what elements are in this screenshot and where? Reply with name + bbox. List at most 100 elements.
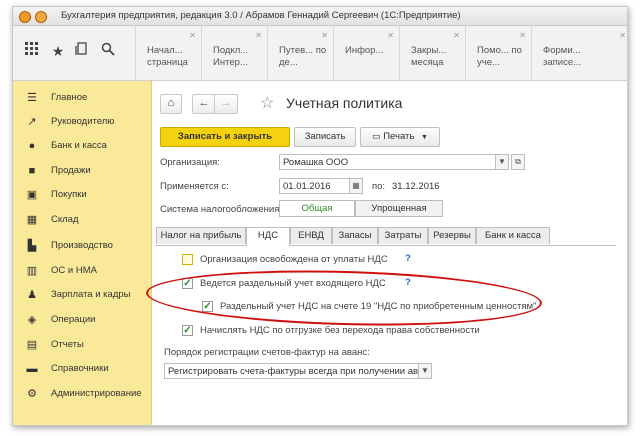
close-icon[interactable]: ✕ [255, 31, 262, 40]
tab-vat[interactable]: НДС [246, 227, 290, 246]
sidebar-item-label: Администрирование [51, 388, 142, 399]
warehouse-icon: ▦ [26, 214, 38, 226]
factory-icon: ▙ [27, 240, 37, 252]
sidebar-item-label: Главное [51, 92, 88, 103]
applies-to-value: 31.12.2016 [392, 181, 440, 192]
tab-bank-cash[interactable]: Банк и касса [476, 227, 550, 244]
open-tab[interactable]: Начал... страница ✕ [135, 26, 202, 80]
back-button[interactable]: ← [192, 94, 216, 114]
sidebar-item-reports[interactable]: ▤ Отчеты [13, 335, 151, 355]
close-icon[interactable]: ✕ [619, 31, 626, 40]
sidebar-item-label: Справочники [51, 363, 109, 374]
sidebar-item-label: Руководителю [51, 116, 115, 127]
tab-reserves[interactable]: Резервы [428, 227, 476, 244]
building-icon: ▥ [26, 265, 38, 277]
open-tab-label: Путев... по де... [279, 45, 327, 68]
open-tab-label: Инфор... [345, 45, 384, 56]
sidebar-item-sales[interactable]: ■ Продажи [13, 161, 151, 181]
vat-exempt-label: Организация освобождена от уплаты НДС [200, 254, 388, 265]
open-tab-label: Подкл... Интер... [213, 45, 249, 68]
org-field[interactable]: Ромашка ООО [279, 154, 509, 170]
vat-exempt-checkbox[interactable] [182, 254, 193, 265]
sidebar-item-purchases[interactable]: ▣ Покупки [13, 185, 151, 205]
to-label: по: [372, 181, 386, 192]
menu-dropdown-icon[interactable] [35, 11, 47, 23]
tab-stocks[interactable]: Запасы [332, 227, 378, 244]
sidebar-item-label: Операции [51, 314, 96, 325]
chevron-down-icon[interactable]: ▼ [418, 363, 432, 379]
sidebar-item-label: Продажи [51, 165, 91, 176]
open-tab[interactable]: Инфор... ✕ [333, 26, 400, 80]
tab-costs[interactable]: Затраты [378, 227, 428, 244]
tax-general-option[interactable]: Общая [279, 200, 355, 217]
open-tab-label: Форми... записе... [543, 45, 582, 68]
tax-system-label: Система налогообложения: [160, 204, 283, 215]
sidebar: ☰ Главное ↗ Руководителю ● Банк и касса ■ Пр… [13, 81, 152, 425]
sidebar-item-label: Отчеты [51, 339, 84, 350]
sidebar-item-director[interactable]: ↗ Руководителю [13, 112, 151, 132]
open-link-icon[interactable]: ⧉ [511, 154, 525, 170]
org-label: Организация: [160, 157, 220, 168]
shipment-vat-checkbox[interactable]: ✓ [182, 325, 193, 336]
top-toolbar: ★ Начал... страница ✕ Подкл... Интер... ✕ … [13, 26, 627, 81]
home-button[interactable]: ⌂ [160, 94, 182, 114]
sidebar-item-assets[interactable]: ▥ ОС и НМА [13, 261, 151, 281]
invoice-order-label: Порядок регистрации счетов-фактур на ава… [164, 347, 370, 358]
app-window: Бухгалтерия предприятия, редакция 3.0 / … [12, 6, 628, 426]
sidebar-item-admin[interactable]: ⚙ Администрирование [13, 384, 151, 404]
history-icon[interactable] [73, 42, 91, 60]
close-icon[interactable]: ✕ [387, 31, 394, 40]
open-tab-label: Закры... месяца [411, 45, 447, 68]
close-icon[interactable]: ✕ [453, 31, 460, 40]
open-tab[interactable]: Подкл... Интер... ✕ [201, 26, 268, 80]
print-label: Печать [383, 131, 415, 142]
open-tab[interactable]: Помо... по уче... ✕ [465, 26, 532, 80]
favorite-star-icon[interactable]: ☆ [260, 93, 274, 113]
sidebar-item-salary[interactable]: ♟ Зарплата и кадры [13, 285, 151, 305]
arrow-left-icon: ← [198, 97, 210, 109]
sidebar-item-operations[interactable]: ◈ Операции [13, 310, 151, 330]
chevron-down-icon[interactable]: ▼ [495, 154, 509, 170]
printer-icon: ▭ [372, 131, 381, 141]
sidebar-item-bank[interactable]: ● Банк и касса [13, 136, 151, 156]
menu-icon: ☰ [27, 92, 37, 104]
close-icon[interactable]: ✕ [321, 31, 328, 40]
save-close-button[interactable]: Записать и закрыть [160, 127, 290, 147]
sidebar-item-label: Склад [51, 214, 79, 225]
tab-profit-tax[interactable]: Налог на прибыль [156, 227, 246, 244]
sidebar-item-warehouse[interactable]: ▦ Склад [13, 210, 151, 230]
forward-button[interactable]: → [214, 94, 238, 114]
search-icon[interactable] [99, 42, 117, 60]
open-tab[interactable]: Путев... по де... ✕ [267, 26, 334, 80]
people-icon: ♟ [27, 289, 37, 301]
sidebar-item-production[interactable]: ▙ Производство [13, 236, 151, 256]
close-icon[interactable]: ✕ [189, 31, 196, 40]
invoice-order-select[interactable]: Регистрировать счета-фактуры всегда при … [164, 363, 432, 379]
cart-icon: ▣ [26, 189, 38, 201]
apps-grid-icon[interactable] [23, 42, 41, 60]
operations-icon: ◈ [27, 314, 37, 326]
ruble-icon: ● [28, 140, 36, 152]
tax-simplified-option[interactable]: Упрощенная [355, 200, 443, 217]
star-icon[interactable]: ★ [49, 42, 67, 60]
chevron-down-icon: ▼ [420, 134, 428, 141]
open-tab-label: Начал... страница [147, 45, 188, 68]
sidebar-item-label: ОС и НМА [51, 265, 97, 276]
help-icon[interactable]: ? [405, 253, 411, 264]
sidebar-item-label: Производство [51, 240, 113, 251]
tab-envd[interactable]: ЕНВД [290, 227, 332, 244]
bag-icon: ■ [28, 165, 36, 177]
open-tab[interactable]: Форми... записе... ✕ [531, 26, 627, 80]
form-area: ⌂ ← → ☆ Учетная политика Записать и закр… [145, 81, 627, 425]
gear-icon: ⚙ [27, 388, 37, 400]
app-logo-icon[interactable] [19, 11, 31, 23]
sidebar-item-catalogs[interactable]: ▬ Справочники [13, 359, 151, 379]
save-button[interactable]: Записать [294, 127, 356, 147]
print-button[interactable]: ▭ Печать ▼ [360, 127, 440, 147]
sidebar-item-main[interactable]: ☰ Главное [13, 88, 151, 108]
open-tabs: Начал... страница ✕ Подкл... Интер... ✕ Пу… [135, 26, 627, 80]
open-tab[interactable]: Закры... месяца ✕ [399, 26, 466, 80]
close-icon[interactable]: ✕ [519, 31, 526, 40]
reports-icon: ▤ [26, 339, 38, 351]
calendar-icon[interactable]: ▦ [349, 178, 363, 194]
